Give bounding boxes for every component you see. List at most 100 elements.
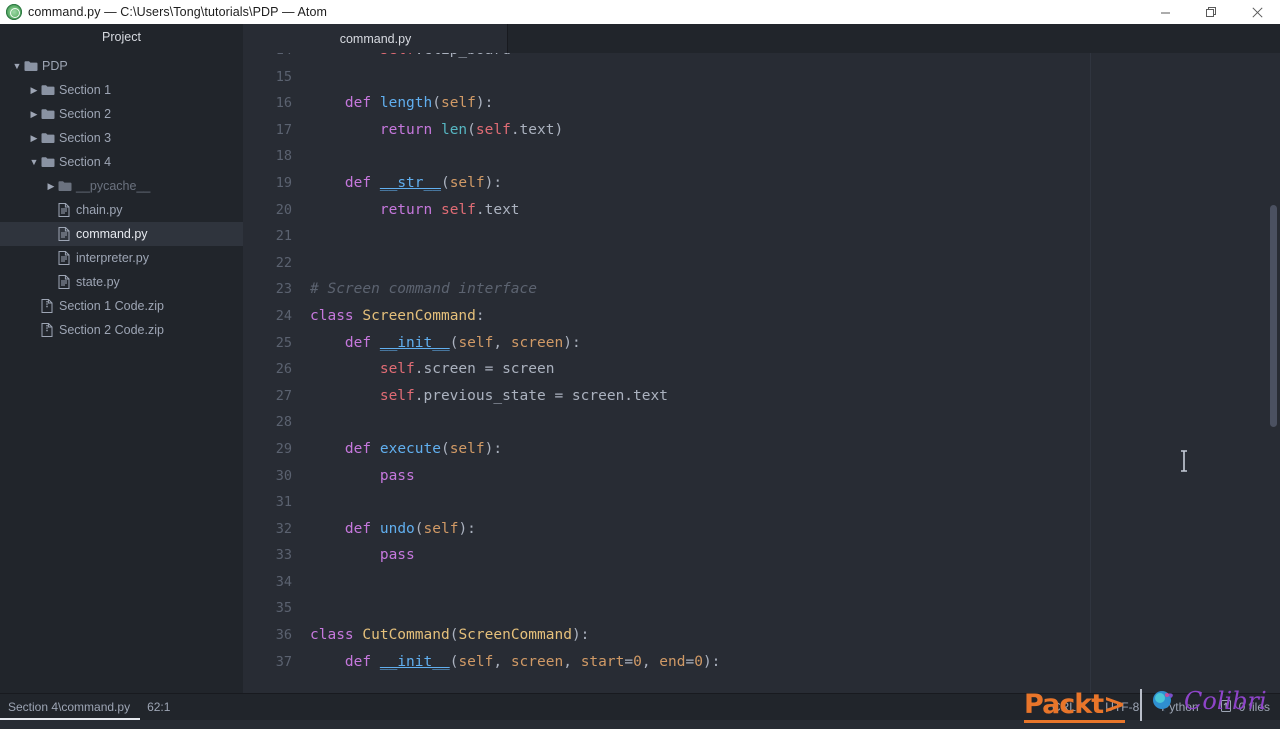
token-punc: ): <box>484 440 503 457</box>
line-text: pass <box>310 463 1280 490</box>
token-param: self <box>458 334 494 351</box>
token-kw: def <box>344 95 372 112</box>
tree-item-section-3[interactable]: ▶ Section 3 <box>0 126 243 150</box>
folder-icon <box>41 102 59 126</box>
chevron-right-icon[interactable]: ▶ <box>27 126 41 150</box>
tree-item-label: command.py <box>76 227 148 241</box>
token-bi: len <box>440 121 468 138</box>
chevron-right-icon[interactable]: ▶ <box>44 174 58 198</box>
tab-command-py[interactable]: command.py <box>243 24 508 53</box>
status-git-changes[interactable]: 0 files <box>1220 699 1270 716</box>
tree-item-section-1[interactable]: ▶ Section 1 <box>0 78 243 102</box>
token-self: self <box>379 361 415 378</box>
token-dun: __init__ <box>379 334 450 351</box>
token-fn: undo <box>379 520 415 537</box>
tree-item-section-2-code-zip[interactable]: Section 2 Code.zip <box>0 318 243 342</box>
token-punc: ): <box>563 334 581 351</box>
token-ident: .previous_state <box>414 387 555 404</box>
status-file-path[interactable]: Section 4\command.py <box>8 700 130 714</box>
token-punc: ) <box>554 121 564 138</box>
code-line: 32 def undo(self): <box>243 516 1280 543</box>
token-punc <box>432 202 441 218</box>
code-line: 24 class ScreenCommand: <box>243 303 1280 330</box>
line-number: 18 <box>275 148 292 165</box>
line-number: 29 <box>275 440 292 457</box>
line-text: return len(self.text) <box>310 117 1280 144</box>
line-number: 17 <box>275 121 292 138</box>
file-icon <box>58 270 76 294</box>
restore-icon[interactable] <box>1188 0 1234 24</box>
editor-scrollbar[interactable] <box>1266 53 1280 693</box>
code-line: 23 # Screen command interface <box>243 276 1280 303</box>
token-param: self <box>458 653 494 670</box>
token-ident: .clip_board <box>415 53 520 58</box>
token-cls: ScreenCommand <box>362 307 476 324</box>
token-punc <box>310 53 380 58</box>
line-text: self.screen = screen <box>310 356 1280 383</box>
tree-item-state-py[interactable]: state.py <box>0 270 243 294</box>
code-line: 19 def __str__(self): <box>243 170 1280 197</box>
token-punc: , <box>493 334 511 351</box>
code-line: 30 pass <box>243 463 1280 490</box>
token-kw: def <box>344 520 372 537</box>
line-text: return self.text <box>310 197 1280 224</box>
token-punc <box>310 122 380 138</box>
token-self: self <box>440 201 476 218</box>
tree-item-chain-py[interactable]: chain.py <box>0 198 243 222</box>
tree-item-section-4[interactable]: ▼ Section 4 <box>0 150 243 174</box>
token-punc <box>310 335 345 351</box>
status-cursor-position[interactable]: 62:1 <box>147 700 170 714</box>
tree-item-section-1-code-zip[interactable]: Section 1 Code.zip <box>0 294 243 318</box>
tree-item-pdp[interactable]: ▼ PDP <box>0 54 243 78</box>
code-line: 25 def __init__(self, screen): <box>243 330 1280 357</box>
token-self: self <box>475 121 511 138</box>
chevron-right-icon[interactable]: ▶ <box>27 102 41 126</box>
folder-icon <box>41 126 59 150</box>
chevron-down-icon[interactable]: ▼ <box>27 150 41 174</box>
line-text: def length(self): <box>310 90 1280 117</box>
line-text: def __str__(self): <box>310 170 1280 197</box>
file-tree[interactable]: ▼ PDP ▶ Section 1 ▶ Section 2 ▶ Section 3 ▼ Secti… <box>0 50 243 342</box>
line-number: 35 <box>275 600 292 617</box>
token-self: self <box>380 53 415 58</box>
token-punc <box>310 441 345 457</box>
tree-item-pycache[interactable]: ▶ __pycache__ <box>0 174 243 198</box>
folder-icon <box>58 174 76 198</box>
tree-item-section-2[interactable]: ▶ Section 2 <box>0 102 243 126</box>
folder-icon <box>41 150 59 174</box>
minimize-icon[interactable] <box>1142 0 1188 24</box>
scrollbar-thumb[interactable] <box>1270 205 1277 427</box>
token-punc <box>371 335 380 351</box>
status-line-ending[interactable]: CRLF <box>1052 700 1083 714</box>
token-punc <box>371 95 380 111</box>
token-ident: .text <box>475 201 520 218</box>
token-param: self <box>449 440 485 457</box>
line-number: 25 <box>275 334 292 351</box>
token-punc <box>371 654 380 670</box>
close-icon[interactable] <box>1234 0 1280 24</box>
code-line: 35 <box>243 595 1280 622</box>
line-text: class ScreenCommand: <box>310 303 1280 330</box>
chevron-right-icon[interactable]: ▶ <box>27 78 41 102</box>
token-punc: ( <box>440 440 450 457</box>
git-diff-icon <box>1220 699 1233 716</box>
code-line: 20 return self.text <box>243 197 1280 224</box>
tree-item-command-py[interactable]: command.py <box>0 222 243 246</box>
token-punc: = <box>685 653 695 670</box>
status-encoding[interactable]: UTF-8 <box>1105 700 1139 714</box>
token-kw: def <box>344 174 372 191</box>
line-number: 26 <box>275 361 292 378</box>
line-number: 27 <box>275 387 292 404</box>
editor-tabbar: command.py <box>243 24 1280 53</box>
token-punc: : <box>475 307 485 324</box>
token-punc: ): <box>571 627 590 644</box>
token-punc: = <box>520 53 529 58</box>
chevron-down-icon[interactable]: ▼ <box>10 54 24 78</box>
tree-item-interpreter-py[interactable]: interpreter.py <box>0 246 243 270</box>
code-editor[interactable]: 14 self.clip_board =1516 def length(self… <box>243 53 1280 693</box>
code-line: 14 self.clip_board = <box>243 53 1280 64</box>
token-param: end <box>659 653 686 670</box>
status-grammar[interactable]: Python <box>1161 700 1198 714</box>
line-number: 23 <box>275 281 292 298</box>
token-kw: return <box>379 201 433 218</box>
